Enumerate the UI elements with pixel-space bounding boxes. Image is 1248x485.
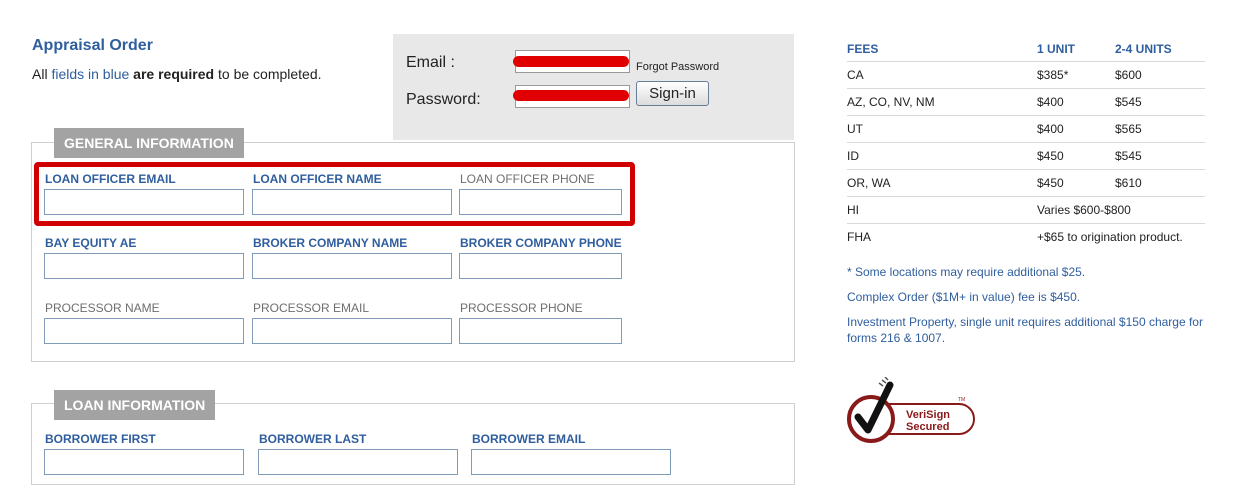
borrower-last-input[interactable] xyxy=(258,449,458,475)
page-title: Appraisal Order xyxy=(32,37,153,54)
req-note-bold-text: are required xyxy=(129,66,215,82)
table-row: OR, WA $450 $610 xyxy=(847,169,1205,197)
fee-one-unit: $400 xyxy=(1037,88,1115,116)
fee-two-four-units: $565 xyxy=(1115,115,1205,143)
broker-company-phone-input[interactable] xyxy=(459,253,622,279)
req-note-blue-text: fields in blue xyxy=(51,66,130,82)
seal-line2: Secured xyxy=(906,421,949,433)
fee-note-item: Investment Property, single unit require… xyxy=(847,315,1203,345)
email-redaction xyxy=(513,56,629,67)
fees-header: FEES xyxy=(847,42,879,56)
processor-name-label: PROCESSOR NAME xyxy=(45,301,160,315)
fee-state: HI xyxy=(847,196,1037,224)
fee-one-unit: $400 xyxy=(1037,115,1115,143)
fee-state: OR, WA xyxy=(847,169,1037,197)
processor-phone-label: PROCESSOR PHONE xyxy=(460,301,583,315)
required-note: All fields in blue are required to be co… xyxy=(32,66,322,82)
verisign-seal-icon: VeriSign Secured TM xyxy=(847,376,975,443)
fee-note-item: * Some locations may require additional … xyxy=(847,265,1086,279)
fee-state: FHA xyxy=(847,223,1037,250)
fees-table: FEES 1 UNIT 2-4 UNITS CA $385* $600 AZ, … xyxy=(847,37,1205,250)
broker-company-name-label: BROKER COMPANY NAME xyxy=(253,236,408,250)
fee-note-item: Complex Order ($1M+ in value) fee is $45… xyxy=(847,290,1081,304)
table-row: ID $450 $545 xyxy=(847,142,1205,170)
processor-name-input[interactable] xyxy=(44,318,244,344)
borrower-email-label: BORROWER EMAIL xyxy=(472,432,586,446)
broker-company-name-input[interactable] xyxy=(252,253,452,279)
fee-one-unit: $385* xyxy=(1037,61,1115,89)
fee-state: UT xyxy=(847,115,1037,143)
broker-company-phone-label: BROKER COMPANY PHONE xyxy=(460,236,622,250)
table-row: AZ, CO, NV, NM $400 $545 xyxy=(847,88,1205,116)
fee-two-four-units: $610 xyxy=(1115,169,1205,197)
fee-one-unit: $450 xyxy=(1037,169,1115,197)
fee-two-four-units: $545 xyxy=(1115,88,1205,116)
fee-note: +$65 to origination product. xyxy=(1037,223,1205,250)
fee-two-four-units: $600 xyxy=(1115,61,1205,89)
processor-email-input[interactable] xyxy=(252,318,452,344)
password-redaction xyxy=(513,90,629,101)
req-note-part4: to be completed. xyxy=(214,66,322,82)
bay-equity-ae-input[interactable] xyxy=(44,253,244,279)
two-four-units-header: 2-4 UNITS xyxy=(1115,42,1172,56)
req-note-part1: All xyxy=(32,66,52,82)
one-unit-header: 1 UNIT xyxy=(1037,42,1076,56)
general-information-legend: GENERAL INFORMATION xyxy=(54,128,244,158)
seal-tm: TM xyxy=(958,397,965,403)
verisign-seal[interactable]: VeriSign Secured TM xyxy=(846,376,976,449)
processor-phone-input[interactable] xyxy=(459,318,622,344)
table-row: CA $385* $600 xyxy=(847,61,1205,89)
fee-range: Varies $600-$800 xyxy=(1037,196,1205,224)
fee-notes: * Some locations may require additional … xyxy=(847,264,1227,355)
table-row: HI Varies $600-$800 xyxy=(847,196,1205,224)
bay-equity-ae-label: BAY EQUITY AE xyxy=(45,236,137,250)
password-label: Password: xyxy=(406,91,481,108)
fee-two-four-units: $545 xyxy=(1115,142,1205,170)
fee-state: ID xyxy=(847,142,1037,170)
login-panel: Email : Forgot Password Password: Sign-i… xyxy=(393,34,794,140)
fee-state: CA xyxy=(847,61,1037,89)
fees-table-container: FEES 1 UNIT 2-4 UNITS CA $385* $600 AZ, … xyxy=(847,37,1205,250)
table-row: UT $400 $565 xyxy=(847,115,1205,143)
loan-information-legend: LOAN INFORMATION xyxy=(54,390,216,420)
sign-in-button[interactable]: Sign-in xyxy=(636,81,709,106)
forgot-password-link[interactable]: Forgot Password xyxy=(636,61,719,73)
table-row: FHA +$65 to origination product. xyxy=(847,223,1205,250)
fees-header-row: FEES 1 UNIT 2-4 UNITS xyxy=(847,37,1205,62)
borrower-first-input[interactable] xyxy=(44,449,244,475)
seal-line1: VeriSign xyxy=(906,409,950,421)
email-label: Email : xyxy=(406,54,455,71)
fee-state: AZ, CO, NV, NM xyxy=(847,88,1037,116)
processor-email-label: PROCESSOR EMAIL xyxy=(253,301,370,315)
borrower-email-input[interactable] xyxy=(471,449,671,475)
borrower-first-label: BORROWER FIRST xyxy=(45,432,156,446)
borrower-last-label: BORROWER LAST xyxy=(259,432,367,446)
fee-one-unit: $450 xyxy=(1037,142,1115,170)
highlight-box xyxy=(34,162,635,226)
